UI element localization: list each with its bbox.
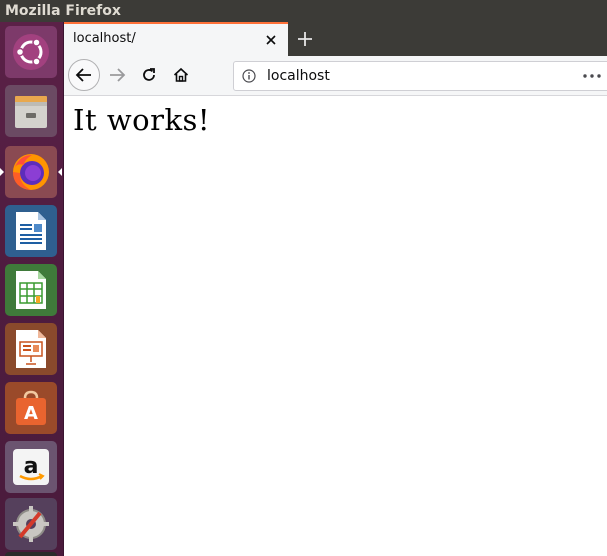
info-icon[interactable]: [242, 69, 256, 83]
top-panel: Mozilla Firefox: [0, 0, 607, 22]
amazon-icon: a: [13, 449, 49, 485]
url-bar[interactable]: localhost: [233, 61, 607, 91]
tab-bar: localhost/: [64, 22, 607, 56]
navigation-toolbar: localhost: [64, 56, 607, 96]
page-heading: It works!: [73, 103, 211, 137]
reload-icon: [143, 68, 155, 81]
plus-icon: [298, 32, 312, 46]
more-horizontal-icon: [583, 74, 601, 78]
tab-localhost[interactable]: localhost/: [64, 22, 288, 56]
focused-indicator: [58, 168, 62, 176]
new-tab-button[interactable]: [290, 27, 320, 51]
window-title: Mozilla Firefox: [5, 3, 121, 19]
page-actions-button[interactable]: [578, 68, 606, 84]
files-icon: [15, 96, 47, 128]
launcher-item-settings[interactable]: [5, 498, 57, 550]
close-icon: [266, 35, 276, 45]
launcher-item-dash[interactable]: [5, 26, 57, 78]
launcher-item-calc[interactable]: [5, 264, 57, 316]
launcher-item-impress[interactable]: [5, 323, 57, 375]
svg-text:a: a: [24, 454, 39, 479]
running-indicator: [0, 168, 4, 176]
software-center-icon: A: [16, 390, 46, 425]
home-icon: [173, 67, 189, 82]
arrow-left-icon: [75, 68, 91, 82]
ubuntu-logo-icon: [13, 34, 49, 70]
tab-title: localhost/: [73, 31, 136, 46]
home-button[interactable]: [168, 62, 194, 88]
launcher-item-software[interactable]: A: [5, 382, 57, 434]
reload-button[interactable]: [136, 62, 162, 88]
back-button[interactable]: [68, 59, 100, 91]
calc-icon: [16, 271, 46, 309]
writer-icon: [16, 212, 46, 250]
forward-button[interactable]: [104, 62, 130, 88]
launcher: A a: [0, 22, 64, 556]
arrow-right-icon: [110, 68, 126, 82]
launcher-item-files[interactable]: [5, 85, 57, 137]
svg-text:A: A: [24, 403, 38, 424]
tab-close-button[interactable]: [261, 30, 281, 50]
impress-icon: [16, 330, 46, 368]
url-text[interactable]: localhost: [267, 68, 330, 84]
launcher-item-terminal[interactable]: [5, 552, 57, 556]
page-content: It works!: [64, 97, 607, 556]
settings-icon: [13, 506, 49, 542]
launcher-item-amazon[interactable]: a: [5, 441, 57, 493]
launcher-item-writer[interactable]: [5, 205, 57, 257]
launcher-item-firefox[interactable]: [5, 146, 57, 198]
firefox-icon: [13, 154, 49, 190]
